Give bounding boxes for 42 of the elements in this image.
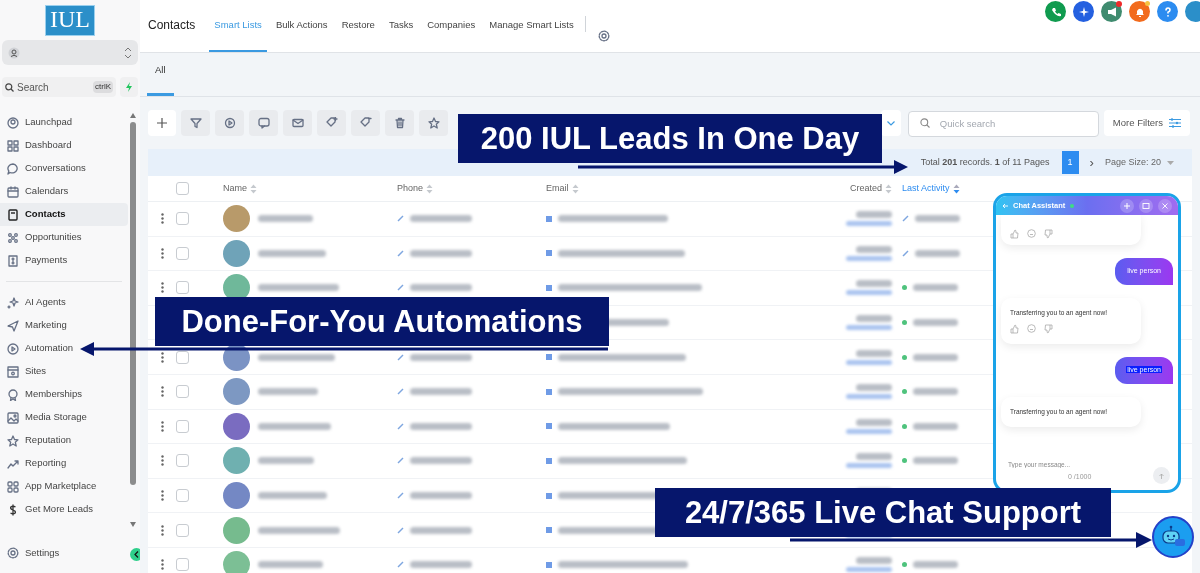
- column-header[interactable]: Phone: [397, 181, 434, 196]
- page-title: Contacts: [148, 17, 196, 34]
- sidebar-item[interactable]: Contacts: [0, 203, 128, 226]
- column-header[interactable]: Last Activity: [902, 181, 960, 196]
- sidebar-item[interactable]: Automation: [0, 337, 128, 360]
- sidebar-item[interactable]: Media Storage: [0, 406, 128, 429]
- sidebar-item[interactable]: Get More Leads: [0, 498, 128, 521]
- shortcut-key: ctrlK: [93, 81, 113, 93]
- sidebar-item[interactable]: App Marketplace: [0, 475, 128, 498]
- sidebar-item[interactable]: Reporting: [0, 452, 128, 475]
- logo: IUL: [45, 5, 95, 36]
- settings-item[interactable]: Settings: [7, 546, 60, 561]
- callout-banner: 24/7/365 Live Chat Support: [655, 488, 1111, 537]
- sidebar-item[interactable]: Opportunities: [0, 226, 128, 249]
- page-size-select[interactable]: Page Size: 20: [1104, 155, 1174, 170]
- callout-banner: Done-For-You Automations: [155, 297, 609, 346]
- sidebar-item[interactable]: Launchpad: [0, 111, 128, 134]
- sidebar-item[interactable]: Calendars: [0, 180, 128, 203]
- column-header[interactable]: Name: [223, 181, 257, 196]
- column-header[interactable]: Created: [849, 181, 892, 196]
- quick-search-field[interactable]: Quick search: [907, 110, 1099, 137]
- tab[interactable]: Companies: [422, 16, 481, 52]
- records-summary: Total 201 records. 1 of 11 Pages: [920, 155, 1050, 169]
- sidebar-item[interactable]: Memberships: [0, 383, 128, 406]
- tab[interactable]: Tasks: [383, 16, 419, 52]
- sidebar-item[interactable]: Conversations: [0, 157, 128, 180]
- tab[interactable]: Restore: [336, 16, 380, 52]
- sidebar-item[interactable]: AI Agents: [0, 291, 128, 314]
- tab[interactable]: Manage Smart Lists: [484, 16, 579, 52]
- sidebar-item[interactable]: Reputation: [0, 429, 128, 452]
- tab[interactable]: Bulk Actions: [270, 16, 333, 52]
- sidebar-item[interactable]: Marketing: [0, 314, 128, 337]
- sidebar-item[interactable]: Payments: [0, 249, 128, 272]
- tab[interactable]: All: [147, 63, 174, 96]
- callout-banner: 200 IUL Leads In One Day: [458, 114, 882, 163]
- sidebar-item[interactable]: Dashboard: [0, 134, 128, 157]
- next-page-button[interactable]: ›: [1085, 152, 1098, 173]
- more-filters-button[interactable]: More Filters: [1103, 110, 1190, 136]
- search-field[interactable]: Search ctrlK: [2, 77, 116, 97]
- column-header[interactable]: Email: [546, 181, 579, 196]
- search-placeholder: Search: [17, 80, 50, 95]
- sidebar-item[interactable]: Sites: [0, 360, 128, 383]
